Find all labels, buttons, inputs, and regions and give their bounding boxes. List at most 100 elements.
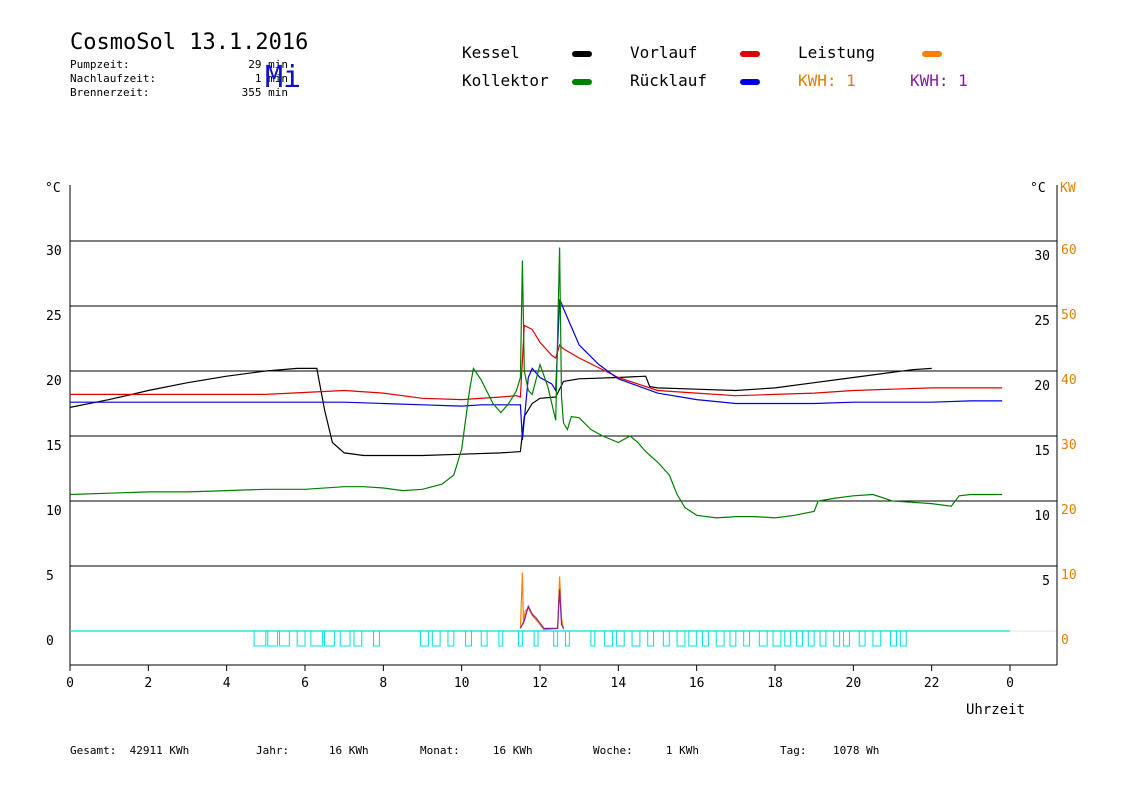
y-axis-unit-left: °C xyxy=(45,181,61,196)
pump-run-bar xyxy=(743,630,751,647)
pump-run-bar xyxy=(420,630,429,647)
x-tick-label: 6 xyxy=(301,676,309,691)
pump-run-bar xyxy=(253,630,267,647)
pump-runs xyxy=(70,630,1010,647)
y-axis-unit-right: °C xyxy=(1030,181,1046,196)
pump-run-bar xyxy=(688,630,698,647)
y-tick-label-left: 15 xyxy=(46,439,62,454)
pump-run-bar xyxy=(843,630,850,647)
x-tick-label: 20 xyxy=(846,676,862,691)
pump-run-bar xyxy=(647,630,655,647)
pump-run-bar xyxy=(715,630,725,647)
y-tick-label-kw: 30 xyxy=(1061,438,1077,453)
footer-woche-value: 1 KWh xyxy=(665,744,699,757)
footer-woche-label: Woche: xyxy=(593,744,633,757)
pump-run-bar xyxy=(279,630,290,647)
gridlines xyxy=(70,240,1057,632)
footer-jahr-label: Jahr: xyxy=(256,744,290,757)
pump-run-bar xyxy=(517,630,523,647)
x-tick-label: 4 xyxy=(223,676,231,691)
x-axis-label: Uhrzeit xyxy=(966,702,1025,718)
y-tick-label-left: 5 xyxy=(46,569,54,584)
pump-run-bar xyxy=(899,630,907,647)
footer-gesamt: Gesamt: 42911 KWh xyxy=(70,744,189,757)
series-lines xyxy=(69,247,1003,631)
pump-run-bar xyxy=(772,630,782,647)
series-line-leistung xyxy=(519,572,565,631)
footer-woche: Woche: 1 KWh xyxy=(593,744,699,757)
temperature-chart: 0 2 4 6 8 10 12 14 16 18 20 22 0 0 5 10 15 20 25 30 5 10 15 20 2… xyxy=(45,181,1077,718)
x-tick-label: 0 xyxy=(66,676,74,691)
y-tick-label-kw: 0 xyxy=(1061,633,1069,648)
x-tick-label: 14 xyxy=(611,676,627,691)
footer-monat: Monat: 16 KWh xyxy=(420,744,533,757)
pump-run-bar xyxy=(615,630,625,647)
y-tick-label-left: 10 xyxy=(46,504,62,519)
pump-run-bar xyxy=(784,630,792,647)
y-tick-label-kw: 50 xyxy=(1061,308,1077,323)
series-line-rcklauf xyxy=(70,299,1003,440)
x-tick-label: 2 xyxy=(144,676,152,691)
pump-run-bar xyxy=(631,630,641,647)
y-tick-label-left: 25 xyxy=(46,309,62,324)
pump-run-bar xyxy=(465,630,472,647)
footer-gesamt-label: Gesamt: xyxy=(70,744,117,757)
pump-run-bar xyxy=(564,630,570,647)
pump-run-bar xyxy=(702,630,709,647)
x-tick-label: 12 xyxy=(532,676,548,691)
pump-run-bar xyxy=(296,630,306,647)
pump-run-bar xyxy=(447,630,455,647)
axes xyxy=(69,185,1058,671)
pump-run-bar xyxy=(431,630,441,647)
pump-run-bar xyxy=(267,630,279,647)
pump-run-bar xyxy=(796,630,803,647)
pump-run-bar xyxy=(819,630,827,647)
pump-run-bar xyxy=(662,630,670,647)
y-tick-label-right: 30 xyxy=(1034,249,1050,264)
footer-monat-value: 16 KWh xyxy=(492,744,533,757)
pump-run-bar xyxy=(858,630,866,647)
y-tick-label-kw: 10 xyxy=(1061,568,1077,583)
pump-run-bar xyxy=(758,630,768,647)
pump-run-bar xyxy=(498,630,504,647)
pump-run-bar xyxy=(890,630,897,647)
pump-run-bar xyxy=(533,630,539,647)
pump-run-bar xyxy=(604,630,613,647)
y-tick-label-right: 15 xyxy=(1034,444,1050,459)
pump-run-bar xyxy=(373,630,380,647)
pump-run-bar xyxy=(339,630,351,647)
x-tick-label: 16 xyxy=(689,676,705,691)
y-tick-label-right: 20 xyxy=(1034,379,1050,394)
y-tick-label-right: 5 xyxy=(1042,574,1050,589)
pump-run-bar xyxy=(676,630,686,647)
footer-tag: Tag: 1078 Wh xyxy=(780,744,879,757)
pump-run-bar xyxy=(729,630,737,647)
footer-gesamt-value: 42911 KWh xyxy=(129,744,190,757)
pump-run-bar xyxy=(324,630,335,647)
y-tick-label-left: 30 xyxy=(46,244,62,259)
y-tick-label-left: 0 xyxy=(46,634,54,649)
footer-monat-label: Monat: xyxy=(420,744,460,757)
x-tick-label: 18 xyxy=(767,676,783,691)
series-line-kollektor xyxy=(69,247,1003,519)
y-tick-label-kw: 40 xyxy=(1061,373,1077,388)
footer-jahr: Jahr: 16 KWh xyxy=(256,744,369,757)
pump-run-bar xyxy=(590,630,596,647)
x-tick-label: 22 xyxy=(924,676,940,691)
y-tick-label-left: 20 xyxy=(46,374,62,389)
pump-run-bar xyxy=(480,630,488,647)
footer-tag-value: 1078 Wh xyxy=(833,744,880,757)
y-tick-label-right: 10 xyxy=(1034,509,1050,524)
y-tick-label-kw: 20 xyxy=(1061,503,1077,518)
footer-jahr-value: 16 KWh xyxy=(328,744,369,757)
pump-run-bar xyxy=(310,630,324,647)
x-tick-label: 8 xyxy=(379,676,387,691)
x-tick-label: 0 xyxy=(1006,676,1014,691)
x-tick-label: 10 xyxy=(454,676,470,691)
pump-run-bar xyxy=(807,630,815,647)
y-tick-label-kw: 60 xyxy=(1061,243,1077,258)
pump-run-bar xyxy=(872,630,882,647)
pump-run-bar xyxy=(353,630,363,647)
y-axis-unit-kw: KW xyxy=(1060,181,1076,196)
series-line-vorlauf xyxy=(70,324,1003,401)
